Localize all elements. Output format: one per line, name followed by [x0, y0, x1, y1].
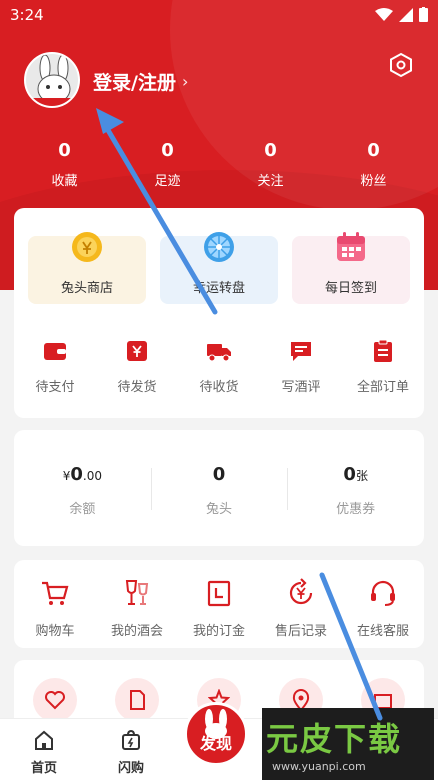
rabbit-value: 0	[212, 464, 226, 485]
truck-icon	[207, 344, 231, 362]
order-all[interactable]: 全部订单	[342, 338, 424, 395]
document-icon	[130, 690, 145, 710]
tab-flash-label: 闪购	[117, 761, 144, 776]
tool-after-sales[interactable]: 售后记录	[260, 578, 342, 639]
login-register-link[interactable]: 登录/注册 ›	[93, 68, 188, 95]
order-label: 待支付	[35, 380, 75, 395]
more-tool-favorite[interactable]	[14, 678, 96, 722]
balance-value: ¥0.00	[62, 464, 102, 485]
feature-label: 每日签到	[324, 281, 377, 296]
feature-label: 幸运转盘	[192, 281, 245, 296]
feature-lucky-wheel[interactable]: 幸运转盘	[160, 232, 278, 304]
tool-label: 我的订金	[192, 624, 245, 639]
watermark-title: 元皮下载	[266, 720, 403, 758]
tool-label: 在线客服	[356, 624, 409, 639]
rabbit-label: 兔头	[206, 502, 233, 517]
stat-value: 0	[58, 140, 71, 161]
home-icon	[35, 730, 53, 750]
feature-label: 兔头商店	[60, 281, 113, 296]
tab-discover-label: 发现	[199, 734, 232, 753]
stat-label: 足迹	[154, 174, 181, 189]
deposit-icon	[207, 580, 231, 607]
wallet-icon	[44, 343, 66, 360]
order-label: 待发货	[117, 380, 157, 395]
stat-value: 0	[367, 140, 380, 161]
watermark: 元皮下载 www.yuanpi.com	[262, 708, 434, 780]
stat-value: 0	[161, 140, 174, 161]
stat-label: 关注	[257, 174, 284, 189]
assets-card: ¥0.00 余额 0 兔头 0张 优惠券	[14, 430, 424, 546]
tab-home-label: 首页	[30, 761, 57, 776]
tool-label: 我的酒会	[110, 624, 163, 639]
order-label: 待收货	[199, 380, 239, 395]
order-write-review[interactable]: 写酒评	[260, 338, 342, 395]
stat-value: 0	[264, 140, 277, 161]
yen-box-icon	[127, 341, 147, 361]
order-pending-payment[interactable]: 待支付	[14, 338, 96, 395]
flash-bag-icon	[122, 729, 140, 750]
glasses-icon	[125, 580, 149, 605]
watermark-url: www.yuanpi.com	[272, 760, 366, 773]
cart-icon	[42, 581, 69, 605]
stat-label: 收藏	[51, 174, 78, 189]
headset-icon	[371, 580, 395, 606]
comment-icon	[291, 342, 311, 361]
feature-rabbit-shop[interactable]: 兔头商店	[28, 232, 146, 304]
tool-my-wine-party[interactable]: 我的酒会	[96, 578, 178, 639]
tool-label: 购物车	[35, 624, 75, 639]
coupon-value: 0张	[343, 464, 368, 485]
tool-label: 售后记录	[274, 624, 327, 639]
asset-rabbit-points[interactable]: 0 兔头	[150, 464, 288, 517]
tool-online-service[interactable]: 在线客服	[342, 578, 424, 639]
stat-label: 粉丝	[360, 174, 387, 189]
calendar-icon	[337, 232, 365, 261]
battery-icon	[419, 7, 428, 22]
stat-following[interactable]: 0 关注	[219, 140, 322, 189]
tab-flash-sale[interactable]: 闪购	[101, 729, 161, 776]
status-bar: 3:24	[0, 0, 438, 32]
stat-footprints[interactable]: 0 足迹	[116, 140, 219, 189]
balance-label: 余额	[69, 502, 96, 517]
asset-balance[interactable]: ¥0.00 余额	[14, 464, 151, 517]
asset-coupons[interactable]: 0张 优惠券	[287, 464, 424, 517]
order-pending-receipt[interactable]: 待收货	[178, 338, 260, 395]
heart-icon	[45, 691, 65, 710]
order-pending-shipment[interactable]: 待发货	[96, 338, 178, 395]
stat-favorites[interactable]: 0 收藏	[13, 140, 116, 189]
clipboard-icon	[374, 339, 392, 362]
tool-my-deposit[interactable]: 我的订金	[178, 578, 260, 639]
wheel-icon	[204, 232, 234, 262]
features-orders-card: 兔头商店 幸运转盘 每日签到 待支付 待发货 待收货 写酒评 全部订单	[14, 208, 424, 418]
feature-daily-checkin[interactable]: 每日签到	[292, 232, 410, 304]
tool-cart[interactable]: 购物车	[14, 578, 96, 639]
order-label: 全部订单	[356, 380, 409, 395]
avatar[interactable]	[24, 52, 80, 108]
order-status-row: 待支付 待发货 待收货 写酒评 全部订单	[14, 338, 424, 395]
tab-discover[interactable]: 发现	[184, 702, 248, 766]
tools-card: 购物车 我的酒会 我的订金 售后记录 在线客服	[14, 560, 424, 648]
tab-home[interactable]: 首页	[14, 729, 74, 776]
order-label: 写酒评	[281, 380, 321, 395]
settings-hexagon-icon[interactable]	[388, 52, 414, 78]
coupon-label: 优惠券	[336, 502, 376, 517]
stat-fans[interactable]: 0 粉丝	[322, 140, 425, 189]
signal-icon	[399, 7, 413, 22]
status-time: 3:24	[10, 6, 44, 24]
refund-icon	[289, 578, 313, 605]
stats-row: 0 收藏 0 足迹 0 关注 0 粉丝	[0, 140, 438, 189]
login-label: 登录/注册	[93, 72, 176, 94]
chevron-right-icon: ›	[181, 72, 189, 91]
coin-icon	[72, 232, 102, 262]
more-tool-document[interactable]	[96, 678, 178, 722]
wifi-icon	[375, 7, 393, 21]
